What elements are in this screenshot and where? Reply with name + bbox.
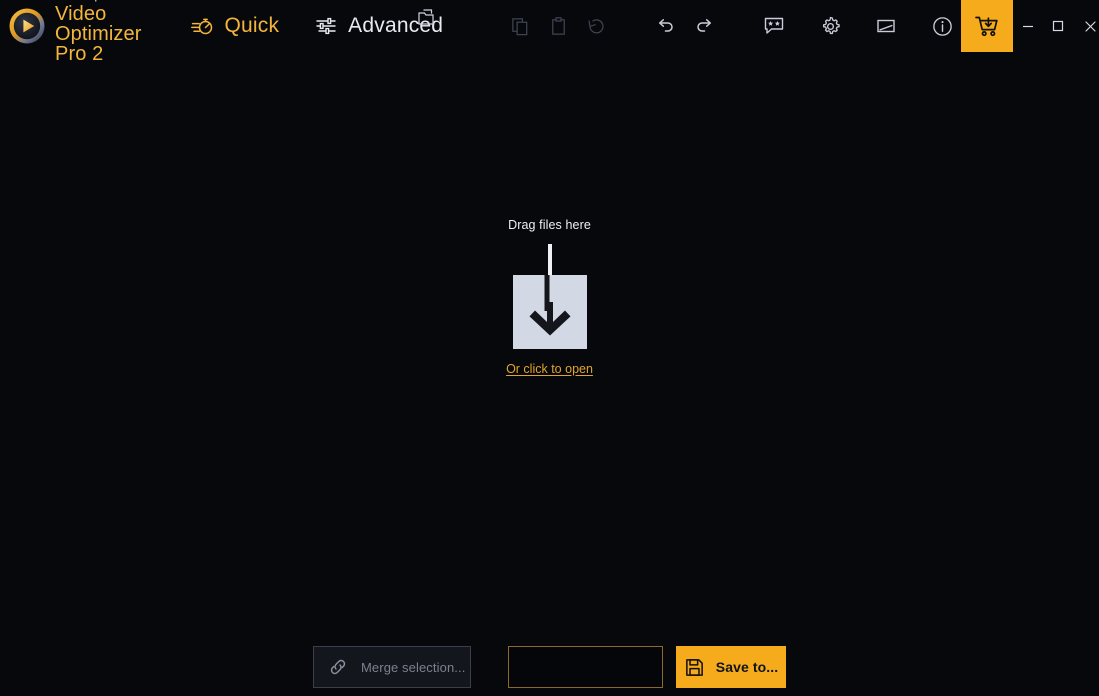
maximize-icon [1053,20,1064,32]
copy-icon [511,17,527,35]
drop-arrow-stem [547,244,552,275]
redo-icon [697,19,712,32]
sliders-icon [316,17,336,35]
title-bar: Ashampoo® Video Optimizer Pro 2 [0,0,1099,64]
tab-quick[interactable]: Quick [187,0,283,52]
minimize-button[interactable] [1013,0,1043,52]
save-to-label: Save to... [715,659,779,675]
mode-tabs: Quick Advanced [187,0,447,52]
theme-button[interactable] [867,7,905,45]
page-title: Video Optimizer Pro 2 [55,2,142,65]
feedback-button[interactable] [755,7,793,45]
paste-button[interactable] [539,7,577,45]
info-icon [932,16,952,36]
reset-icon [588,18,604,33]
undo-icon [659,19,673,32]
cart-download-icon [975,16,998,37]
app-logo-icon [9,8,45,44]
window-controls [1013,0,1099,52]
info-button[interactable] [923,7,961,45]
minimize-icon [1023,25,1034,28]
save-to-button[interactable]: Save to... [676,646,786,688]
feedback-icon [764,17,784,34]
merge-selection-button[interactable]: Merge selection... [313,646,471,688]
download-arrow-into-box-icon [512,244,587,349]
close-button[interactable] [1073,0,1099,52]
stopwatch-icon [191,18,213,35]
merge-selection-label: Merge selection... [361,659,466,675]
drag-files-label: Drag files here [508,218,591,232]
app-window: Ashampoo® Video Optimizer Pro 2 [0,0,1099,696]
output-path-input[interactable] [508,646,663,688]
redo-button[interactable] [685,7,723,45]
tab-advanced-label: Advanced [348,14,444,37]
floppy-disk-icon [685,658,703,676]
file-drop-zone[interactable]: Drag files here Or click to open [0,218,1099,376]
drop-arrow-glyph [529,275,570,336]
theme-icon [877,19,895,33]
copy-button[interactable] [501,7,539,45]
tab-advanced[interactable]: Advanced [311,0,447,52]
open-file-link[interactable]: Or click to open [506,362,593,376]
maximize-button[interactable] [1043,0,1073,52]
reset-button[interactable] [577,7,615,45]
bottom-toolbar: Merge selection... Save to... [0,638,1099,696]
undo-button[interactable] [647,7,685,45]
brand-text: Ashampoo® Video Optimizer Pro 2 [55,0,141,64]
chain-link-icon [330,659,346,675]
settings-button[interactable] [811,7,849,45]
tab-quick-label: Quick [224,14,280,37]
brand-company: Ashampoo® [55,0,141,2]
edit-tool-group [501,0,615,52]
utility-tool-group [755,0,961,52]
history-tool-group [647,0,723,52]
paste-icon [551,16,565,35]
brand: Ashampoo® Video Optimizer Pro 2 [0,0,141,64]
buy-now-button[interactable] [961,0,1014,52]
close-icon [1085,20,1096,32]
gear-icon [822,16,840,34]
